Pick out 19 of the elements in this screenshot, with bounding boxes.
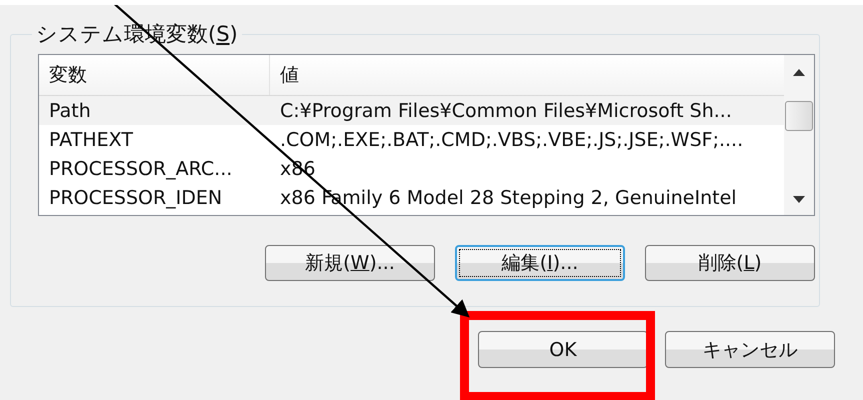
- table-row[interactable]: Path C:¥Program Files¥Common Files¥Microsoft Sh...: [39, 96, 784, 125]
- table-cell-text: PROCESSOR_IDEN: [48, 186, 224, 208]
- column-header[interactable]: 値: [270, 55, 784, 95]
- dialog-button[interactable]: 編集(I)...: [455, 245, 625, 281]
- dialog-button[interactable]: 新規(W)...: [265, 245, 435, 281]
- dialog-button[interactable]: 削除(L): [645, 245, 815, 281]
- scrollbar[interactable]: [784, 55, 814, 215]
- table-cell-text: PATHEXT: [48, 128, 134, 150]
- dialog-button[interactable]: キャンセル: [665, 331, 835, 368]
- table-cell-text: Path: [48, 100, 92, 122]
- column-header[interactable]: 変数: [39, 55, 270, 95]
- table-cell-text: C:¥Program Files¥Common Files¥Microsoft Sh...: [279, 100, 732, 122]
- scroll-down-icon[interactable]: [793, 196, 805, 203]
- table-cell-text: PROCESSOR_ARC...: [48, 158, 234, 180]
- dialog-button[interactable]: OK: [478, 331, 648, 368]
- scroll-up-icon[interactable]: [793, 69, 805, 76]
- scroll-thumb[interactable]: [785, 101, 813, 131]
- table-cell-text: .COM;.EXE;.BAT;.CMD;.VBS;.VBE;.JS;.JSE;.WSF;....: [279, 128, 744, 150]
- table-row[interactable]: PATHEXT .COM;.EXE;.BAT;.CMD;.VBS;.VBE;.JS;.JSE;.WSF;....: [39, 125, 784, 154]
